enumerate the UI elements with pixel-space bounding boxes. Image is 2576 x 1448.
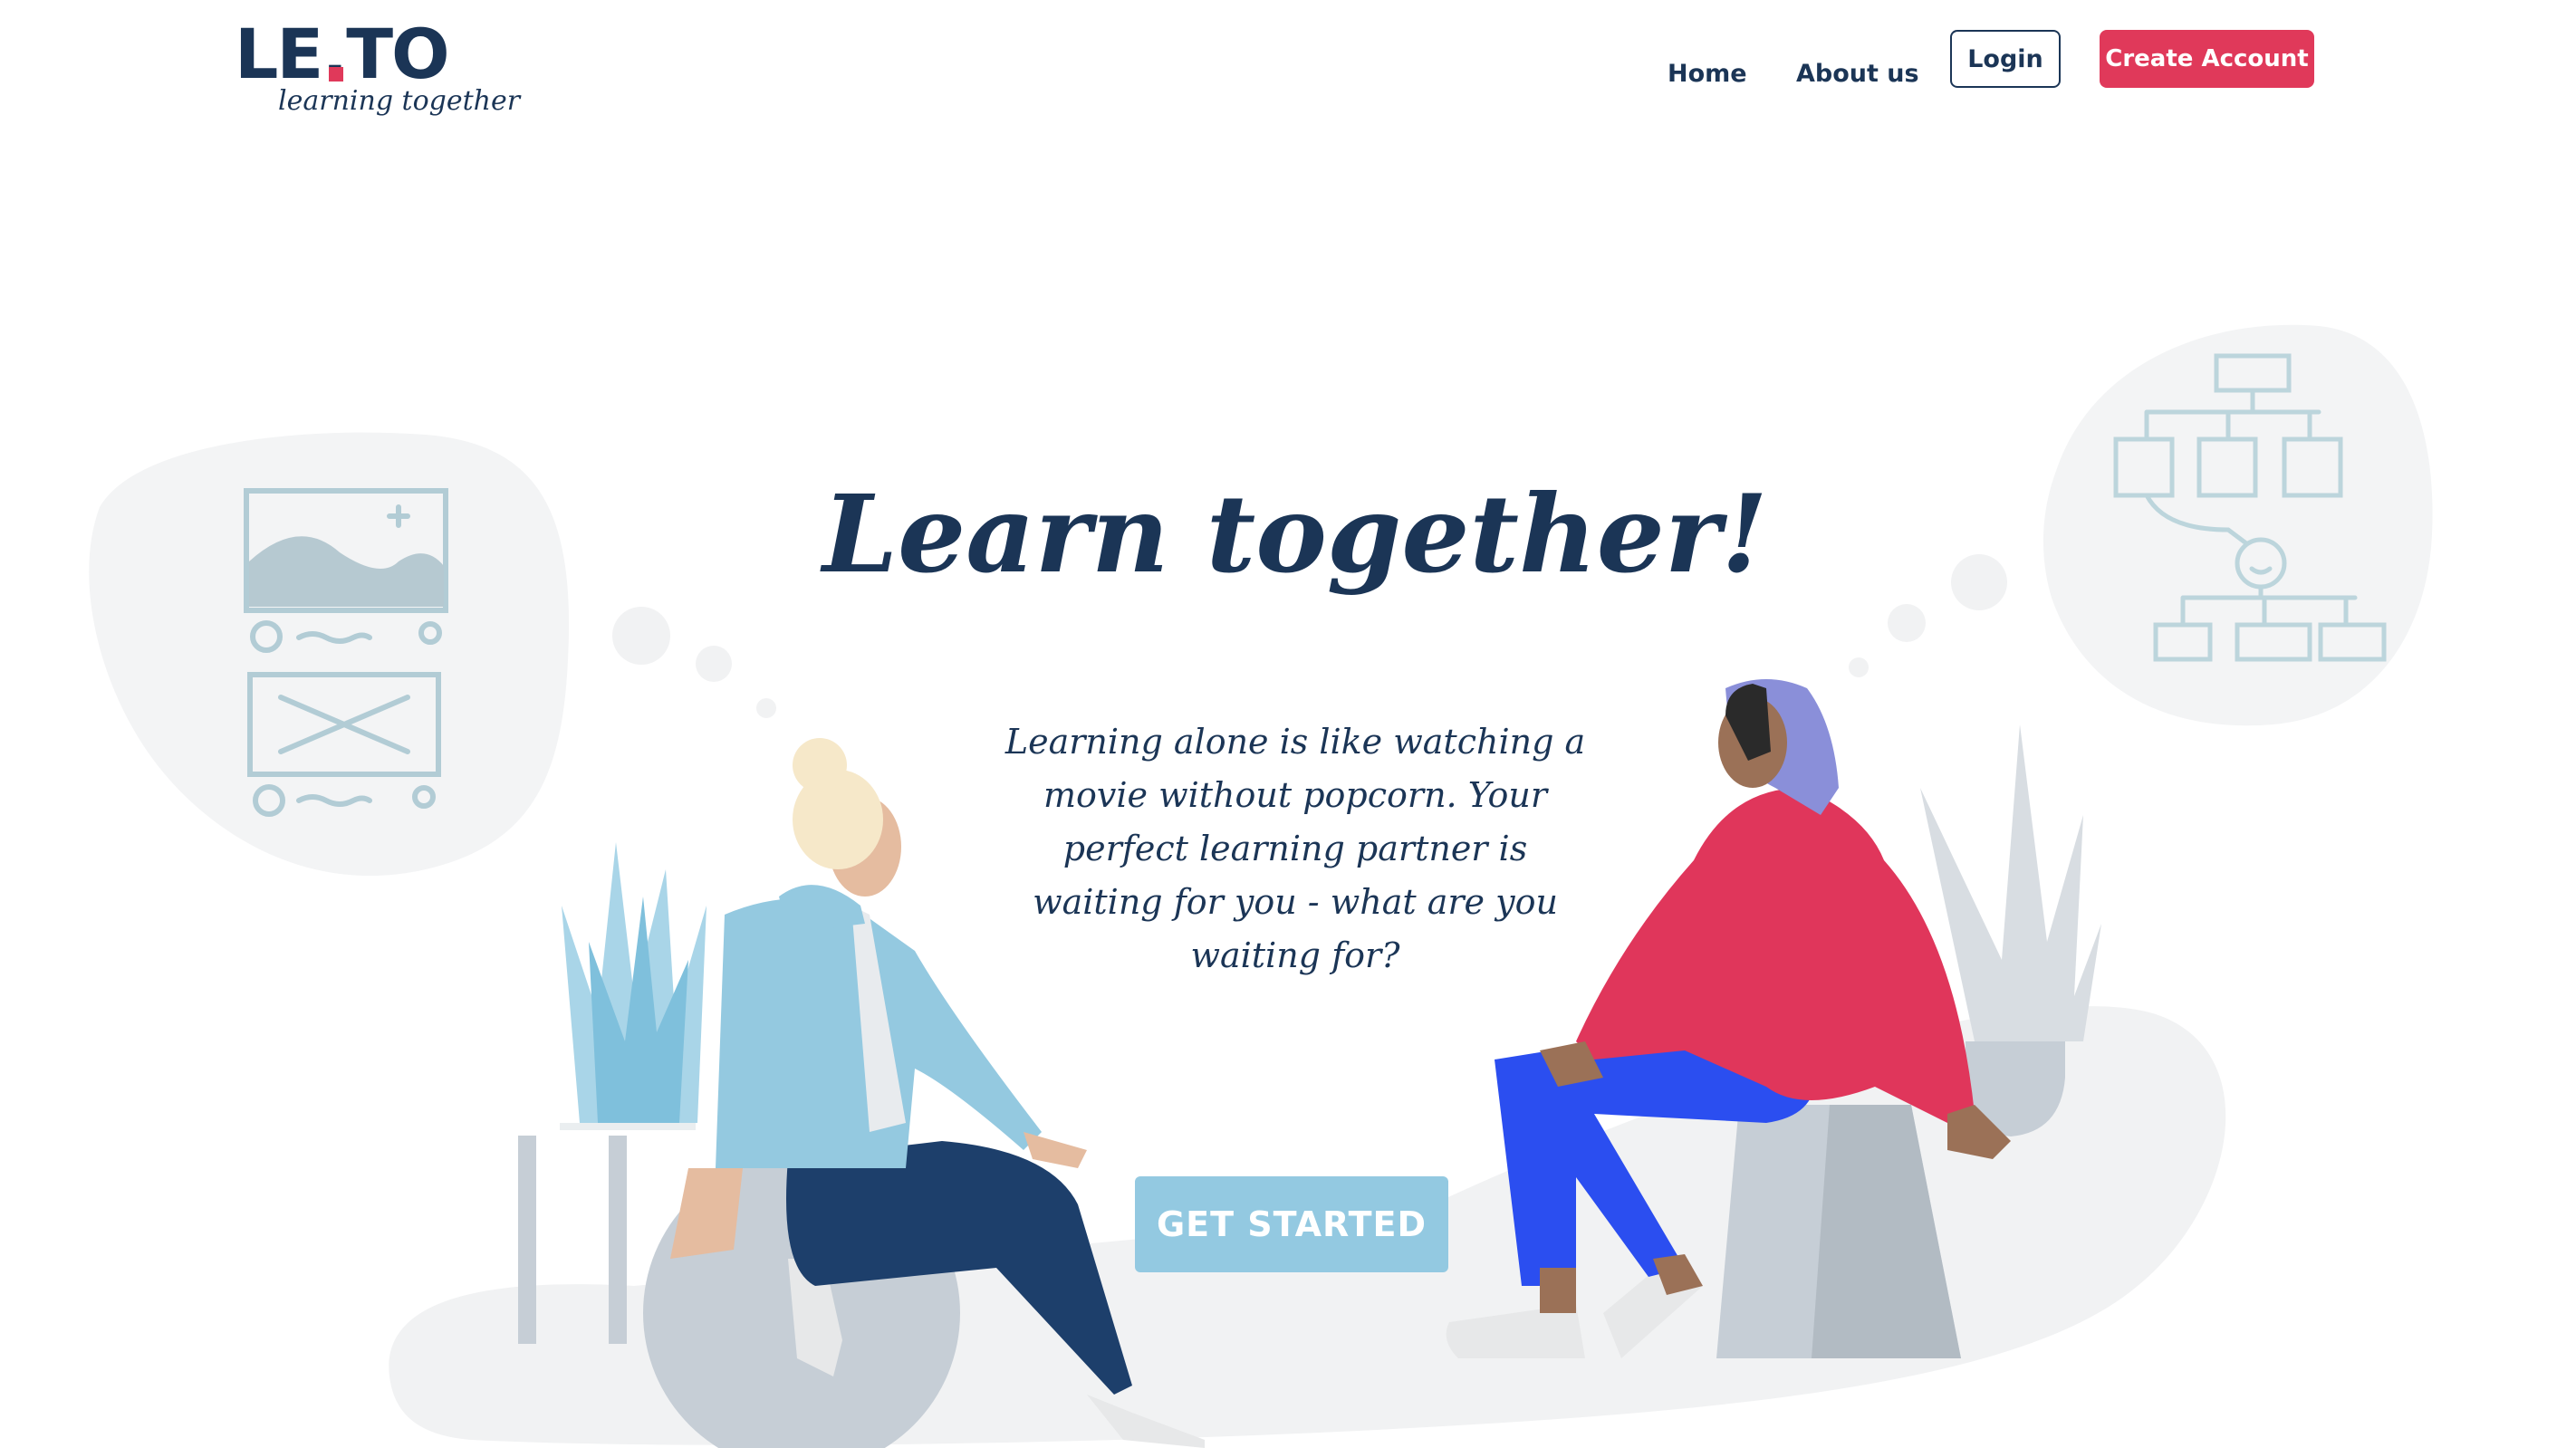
create-account-button[interactable]: Create Account: [2100, 30, 2314, 88]
logo[interactable]: LE.TO learning together: [235, 20, 520, 129]
logo-tagline: learning together: [278, 85, 521, 117]
hero-title: Learn together!: [822, 471, 1768, 597]
get-started-button[interactable]: GET STARTED: [1135, 1176, 1448, 1272]
nav-home-link[interactable]: Home: [1668, 56, 1747, 92]
hero-subtitle: Learning alone is like watching a movie …: [1004, 722, 1586, 975]
login-button[interactable]: Login: [1950, 30, 2061, 88]
right-thought-blob: [2043, 324, 2433, 726]
logo-accent-dot: [329, 67, 343, 82]
nav-about-link[interactable]: About us: [1796, 56, 1919, 92]
